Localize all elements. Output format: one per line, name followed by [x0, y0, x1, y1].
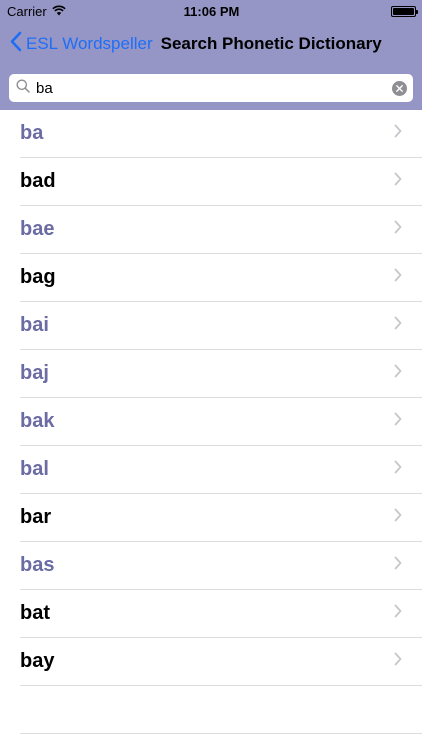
list-item-label: bai — [20, 314, 49, 336]
carrier-label: Carrier — [7, 3, 47, 19]
page-title: Search Phonetic Dictionary — [160, 34, 382, 53]
chevron-right-icon — [394, 364, 402, 383]
chevron-right-icon — [394, 172, 402, 191]
list-item[interactable]: bar — [20, 494, 422, 542]
list-item[interactable]: bai — [20, 302, 422, 350]
list-item[interactable]: bae — [20, 206, 422, 254]
chevron-right-icon — [394, 652, 402, 671]
list-item[interactable]: bag — [20, 254, 422, 302]
list-item-label: baj — [20, 362, 49, 384]
close-icon — [396, 84, 403, 92]
list-item-label: bat — [20, 602, 50, 624]
list-item[interactable]: bak — [20, 398, 422, 446]
nav-bar: ESL Wordspeller Search Phonetic Dictiona… — [0, 22, 422, 66]
list-item[interactable]: baj — [20, 350, 422, 398]
chevron-right-icon — [394, 508, 402, 527]
list-item-label: ba — [20, 122, 44, 144]
list-item-label: bay — [20, 650, 55, 672]
wifi-icon — [52, 4, 66, 19]
chevron-right-icon — [394, 268, 402, 287]
chevron-right-icon — [394, 412, 402, 431]
list-item[interactable]: ba — [20, 110, 422, 158]
header: Carrier 11:06 PM ESL Wordspeller Search … — [0, 0, 422, 110]
status-left: Carrier — [7, 4, 127, 19]
list-item[interactable]: bad — [20, 158, 422, 206]
chevron-left-icon — [10, 31, 22, 57]
clear-search-button[interactable] — [392, 80, 407, 96]
list-item[interactable]: bas — [20, 542, 422, 590]
status-right — [296, 5, 418, 17]
back-button[interactable]: ESL Wordspeller — [10, 31, 153, 57]
search-icon — [16, 79, 30, 98]
results-list: ba bad bae bag bai baj bak bal bar bas b… — [0, 110, 422, 734]
battery-icon — [391, 5, 418, 17]
list-item[interactable]: bal — [20, 446, 422, 494]
chevron-right-icon — [394, 556, 402, 575]
list-item[interactable]: bat — [20, 590, 422, 638]
list-item[interactable]: bay — [20, 638, 422, 686]
list-item-label: bal — [20, 458, 49, 480]
search-input[interactable] — [36, 75, 392, 101]
list-item-label: bad — [20, 170, 56, 192]
list-item-label: bar — [20, 506, 52, 528]
status-bar: Carrier 11:06 PM — [0, 0, 422, 22]
list-item-label: bae — [20, 218, 55, 240]
chevron-right-icon — [394, 460, 402, 479]
empty-row — [20, 686, 422, 734]
chevron-right-icon — [394, 316, 402, 335]
list-item-label: bak — [20, 410, 55, 432]
list-item-label: bag — [20, 266, 56, 288]
chevron-right-icon — [394, 604, 402, 623]
chevron-right-icon — [394, 220, 402, 239]
status-time: 11:06 PM — [183, 3, 240, 19]
back-label: ESL Wordspeller — [26, 34, 153, 53]
battery-fill — [393, 7, 414, 15]
chevron-right-icon — [394, 124, 402, 143]
list-item-label: bas — [20, 554, 55, 576]
search-bar — [9, 74, 413, 102]
